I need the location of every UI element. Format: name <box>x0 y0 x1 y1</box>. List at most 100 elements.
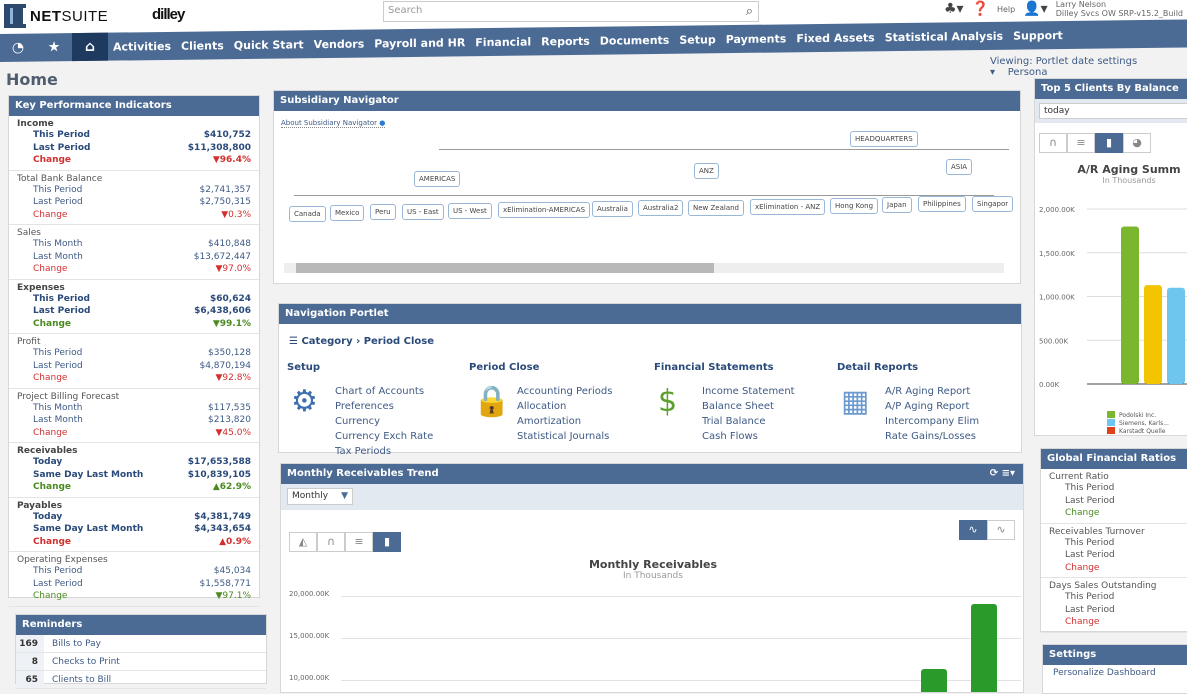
nav-item[interactable]: Documents <box>595 33 675 47</box>
kpi-label[interactable]: Income <box>17 119 251 129</box>
nav-link[interactable]: Allocation <box>517 399 627 414</box>
smooth-line-toggle[interactable]: ∿ <box>987 520 1015 540</box>
kpi-label[interactable]: Profit <box>17 337 251 347</box>
pie-chart-tab[interactable]: ◕ <box>1123 133 1151 153</box>
kpi-label[interactable]: Sales <box>17 228 251 238</box>
home-icon[interactable]: ⌂ <box>72 32 108 62</box>
nav-item[interactable]: Payroll and HR <box>369 36 470 50</box>
search-icon[interactable]: ⌕ <box>746 4 753 19</box>
portlet-title[interactable]: Reminders <box>16 615 266 635</box>
nav-item[interactable]: Setup <box>674 33 720 47</box>
subsidiary-node[interactable]: Japan <box>882 197 912 213</box>
subsidiary-node[interactable]: xElimination - ANZ <box>750 199 826 215</box>
reminder-item[interactable]: 8 Checks to Print <box>16 653 266 671</box>
portlet-title[interactable]: Navigation Portlet <box>279 304 1021 324</box>
user-menu[interactable]: Larry Nelson Dilley Svcs OW SRP-v15.2_Bui… <box>1056 0 1183 18</box>
personalize-dashboard-link[interactable]: Personalize Dashboard <box>1043 665 1187 681</box>
nav-item[interactable]: Reports <box>536 34 595 48</box>
bar[interactable] <box>1167 287 1185 384</box>
subsidiary-node[interactable]: Mexico <box>330 205 365 221</box>
bar[interactable] <box>1121 226 1139 385</box>
trend-bar[interactable] <box>971 604 997 692</box>
nav-link[interactable]: Income Statement <box>702 384 812 399</box>
portlet-title[interactable]: Monthly Receivables Trend ⟳ ≡▾ <box>281 464 1023 484</box>
kpi-label[interactable]: Expenses <box>17 283 251 293</box>
help-icon[interactable]: ❓ <box>972 1 989 17</box>
recent-records-icon[interactable]: ♣▾ <box>944 1 964 17</box>
nav-link[interactable]: Intercompany Elim <box>885 414 995 429</box>
user-avatar-icon[interactable]: 👤▾ <box>1023 1 1047 17</box>
kpi-label[interactable]: Total Bank Balance <box>17 174 251 184</box>
nav-link[interactable]: Trial Balance <box>702 414 812 429</box>
favorites-star-icon[interactable]: ★ <box>36 33 72 61</box>
subsidiary-node[interactable]: Canada <box>289 206 326 222</box>
period-select[interactable]: Monthly ▼ <box>287 488 353 505</box>
nav-link[interactable]: Rate Gains/Losses <box>885 429 995 444</box>
subsidiary-node[interactable]: New Zealand <box>688 200 744 216</box>
nav-link[interactable]: A/P Aging Report <box>885 399 995 414</box>
menu-icon[interactable]: ☰ <box>289 336 298 347</box>
subsidiary-node[interactable]: Peru <box>370 204 396 220</box>
subsidiary-node[interactable]: xElimination-AMERICAS <box>498 202 591 218</box>
nav-link[interactable]: Cash Flows <box>702 429 812 444</box>
subsidiary-node[interactable]: Singapor <box>972 196 1014 212</box>
subsidiary-node[interactable]: ASIA <box>946 159 973 175</box>
subsidiary-node[interactable]: Hong Kong <box>830 198 879 214</box>
trend-bar[interactable] <box>921 669 947 692</box>
help-link[interactable]: Help <box>997 5 1015 14</box>
portlet-date-settings[interactable]: Viewing: Portlet date settings ▾ Persona <box>990 56 1187 78</box>
nav-link[interactable]: Accounting Periods <box>517 384 627 399</box>
portlet-title[interactable]: Top 5 Clients By Balance <box>1035 79 1187 99</box>
nav-link[interactable]: Chart of Accounts <box>335 384 445 399</box>
netsuite-logo[interactable]: NETSUITE <box>4 4 108 28</box>
nav-link[interactable]: A/R Aging Report <box>885 384 995 399</box>
kpi-label[interactable]: Payables <box>17 501 251 511</box>
subsidiary-node[interactable]: HEADQUARTERS <box>850 131 918 147</box>
search-input[interactable]: Search ⌕ <box>383 1 759 22</box>
recent-icon[interactable]: ◔ <box>0 34 36 62</box>
reminder-item[interactable]: 65 Clients to Bill <box>16 671 266 689</box>
trend-line-toggle[interactable]: ∿ <box>959 520 987 540</box>
bar-chart-tab[interactable]: ▮ <box>373 532 401 552</box>
subsidiary-node[interactable]: US - East <box>402 204 444 220</box>
nav-item[interactable]: Activities <box>108 39 176 53</box>
nav-item[interactable]: Statistical Analysis <box>880 29 1008 44</box>
nav-item[interactable]: Vendors <box>309 37 370 51</box>
subsidiary-node[interactable]: Australia <box>592 201 633 217</box>
nav-link[interactable]: Preferences <box>335 399 445 414</box>
kpi-label[interactable]: Project Billing Forecast <box>17 392 251 402</box>
kpi-label[interactable]: Operating Expenses <box>17 555 251 565</box>
nav-link[interactable]: Currency <box>335 414 445 429</box>
bar-chart-tab[interactable]: ▮ <box>1095 133 1123 153</box>
bar[interactable] <box>1144 285 1162 384</box>
portlet-title[interactable]: Settings <box>1043 645 1187 665</box>
line-chart-tab[interactable]: ∩ <box>1039 133 1067 153</box>
kpi-label[interactable]: Receivables <box>17 446 251 456</box>
horizontal-bar-tab[interactable]: ≡ <box>345 532 373 552</box>
nav-link[interactable]: Currency Exch Rate <box>335 429 445 444</box>
portlet-title[interactable]: Key Performance Indicators <box>9 96 259 116</box>
nav-item[interactable]: Support <box>1008 28 1068 43</box>
nav-item[interactable]: Quick Start <box>229 38 309 52</box>
subsidiary-node[interactable]: Philippines <box>918 196 966 212</box>
nav-link[interactable]: Statistical Journals <box>517 429 627 444</box>
horizontal-bar-tab[interactable]: ≡ <box>1067 133 1095 153</box>
horizontal-scrollbar[interactable] <box>284 263 1004 273</box>
period-select[interactable]: today <box>1039 103 1187 119</box>
line-chart-tab[interactable]: ∩ <box>317 532 345 552</box>
scrollbar-thumb[interactable] <box>296 263 714 273</box>
subsidiary-node[interactable]: Australia2 <box>638 200 684 216</box>
area-chart-tab[interactable]: ◭ <box>289 532 317 552</box>
subsidiary-node[interactable]: US - West <box>448 203 492 219</box>
subsidiary-node[interactable]: AMERICAS <box>414 171 461 187</box>
nav-item[interactable]: Clients <box>176 39 229 53</box>
subsidiary-node[interactable]: ANZ <box>694 163 719 179</box>
nav-link[interactable]: Tax Periods <box>335 444 445 459</box>
portlet-title[interactable]: Global Financial Ratios <box>1041 449 1187 469</box>
nav-link[interactable]: Balance Sheet <box>702 399 812 414</box>
nav-link[interactable]: Amortization <box>517 414 627 429</box>
reminder-item[interactable]: 169 Bills to Pay <box>16 635 266 653</box>
nav-item[interactable]: Financial <box>470 35 536 49</box>
nav-item[interactable]: Payments <box>721 32 792 46</box>
nav-item[interactable]: Fixed Assets <box>791 31 879 45</box>
